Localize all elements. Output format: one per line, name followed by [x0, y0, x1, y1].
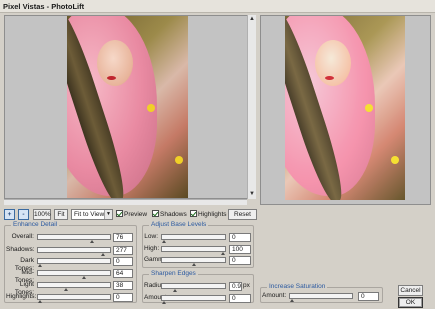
overall-label: Overall: [11, 233, 34, 240]
preview-vertical-scrollbar[interactable]: ▲ ▼ [247, 15, 256, 199]
overall-row: Overall: 76 [6, 233, 136, 243]
dark-tones-value[interactable]: 0 [113, 257, 133, 266]
zoom-in-button[interactable]: + [4, 209, 15, 220]
shadows-checkbox[interactable]: Shadows [152, 209, 187, 220]
highlights-checkbox-label: Highlights [198, 211, 227, 218]
radius-unit: px [243, 282, 250, 289]
high-row: High: 100 [144, 245, 252, 255]
increase-saturation-title: Increase Saturation [267, 283, 328, 290]
gamma-slider[interactable] [161, 257, 226, 266]
reset-button[interactable]: Reset [228, 209, 257, 220]
slider-thumb-icon[interactable] [192, 263, 196, 266]
highlights-checkbox[interactable]: Highlights [190, 209, 227, 220]
light-tones-value[interactable]: 38 [113, 281, 133, 290]
low-label: Low: [144, 233, 158, 240]
ok-button[interactable]: OK [398, 297, 423, 308]
adjust-base-levels-title: Adjust Base Levels [149, 221, 209, 228]
high-slider[interactable] [161, 246, 226, 255]
scroll-down-arrow-icon[interactable]: ▼ [248, 190, 256, 198]
sharpen-amount-row: Amount: 0 [144, 294, 252, 304]
dark-tones-slider[interactable] [37, 258, 111, 267]
low-slider[interactable] [161, 234, 226, 243]
checkbox-check-icon [116, 209, 123, 217]
slider-thumb-icon[interactable] [173, 289, 177, 292]
slider-thumb-icon[interactable] [38, 300, 42, 303]
slider-thumb-icon[interactable] [82, 276, 86, 279]
low-value[interactable]: 0 [229, 233, 251, 242]
preview-checkbox-label: Preview [124, 211, 148, 218]
shadows-value[interactable]: 277 [113, 246, 133, 255]
checkbox-check-icon [190, 209, 197, 217]
original-photo [67, 16, 188, 198]
shadows-slider[interactable] [37, 247, 111, 256]
enhance-detail-title: Enhance Detail [11, 221, 60, 228]
low-row: Low: 0 [144, 233, 252, 243]
saturation-amount-row: Amount: 0 [262, 292, 382, 302]
radius-row: Radius: 0.9 px [144, 282, 252, 292]
slider-thumb-icon[interactable] [64, 288, 68, 291]
saturation-amount-value[interactable]: 0 [358, 292, 379, 301]
fit-button[interactable]: Fit [54, 209, 68, 220]
scroll-up-arrow-icon[interactable]: ▲ [248, 15, 256, 23]
highlights-row: Highlights: 0 [6, 293, 136, 303]
preview-horizontal-scrollbar[interactable] [4, 199, 247, 205]
fit-mode-select[interactable]: Fit to View ▼ [71, 209, 113, 220]
mid-tones-value[interactable]: 64 [113, 269, 133, 278]
saturation-amount-label: Amount: [262, 292, 287, 299]
preview-checkbox[interactable]: Preview [116, 209, 148, 220]
zoom-100-button[interactable]: 100% [33, 209, 51, 220]
radius-label: Radius: [144, 282, 167, 289]
fit-mode-value: Fit to View [74, 211, 105, 218]
shadows-checkbox-label: Shadows [160, 211, 187, 218]
shadows-row: Shadows: 277 [6, 246, 136, 256]
radius-slider[interactable] [161, 283, 226, 292]
gamma-row: Gamma: 0 [144, 256, 252, 266]
gamma-value[interactable]: 0 [229, 256, 251, 265]
slider-thumb-icon[interactable] [290, 299, 294, 302]
mid-tones-row: Mid-Tones: 64 [6, 269, 136, 284]
dark-tones-row: Dark Tones: 0 [6, 257, 136, 272]
result-photo [285, 16, 405, 200]
sharpen-amount-label: Amount: [144, 294, 169, 301]
highlights-label: Highlights: [6, 293, 37, 300]
slider-thumb-icon[interactable] [90, 240, 94, 243]
slider-thumb-icon[interactable] [162, 240, 166, 243]
cancel-button[interactable]: Cancel [398, 285, 423, 296]
saturation-amount-slider[interactable] [289, 293, 353, 302]
shadows-label: Shadows: [6, 246, 35, 253]
slider-thumb-icon[interactable] [221, 252, 225, 255]
original-preview-pane[interactable] [4, 15, 256, 199]
sharpen-edges-title: Sharpen Edges [149, 270, 198, 277]
highlights-value[interactable]: 0 [113, 293, 133, 302]
window-title: Pixel Vistas - PhotoLift [0, 0, 435, 13]
slider-thumb-icon[interactable] [162, 301, 166, 304]
slider-thumb-icon[interactable] [101, 253, 105, 256]
zoom-out-button[interactable]: - [18, 209, 29, 220]
overall-slider[interactable] [37, 234, 111, 243]
light-tones-slider[interactable] [37, 282, 111, 291]
overall-value[interactable]: 76 [113, 233, 133, 242]
checkbox-check-icon [152, 209, 159, 217]
mid-tones-slider[interactable] [37, 270, 111, 279]
gamma-label: Gamma: [144, 256, 169, 263]
slider-thumb-icon[interactable] [38, 264, 42, 267]
highlights-slider[interactable] [37, 294, 111, 303]
sharpen-amount-value[interactable]: 0 [229, 294, 251, 303]
high-value[interactable]: 100 [229, 245, 251, 254]
sharpen-amount-slider[interactable] [161, 295, 226, 304]
result-preview-pane[interactable] [260, 15, 431, 205]
light-tones-row: Light Tones: 38 [6, 281, 136, 296]
high-label: High: [144, 245, 160, 252]
preview-toolbar: + - 100% Fit Fit to View ▼ Preview Shado… [4, 209, 424, 221]
radius-value[interactable]: 0.9 [229, 282, 242, 291]
chevron-down-icon: ▼ [104, 210, 112, 219]
